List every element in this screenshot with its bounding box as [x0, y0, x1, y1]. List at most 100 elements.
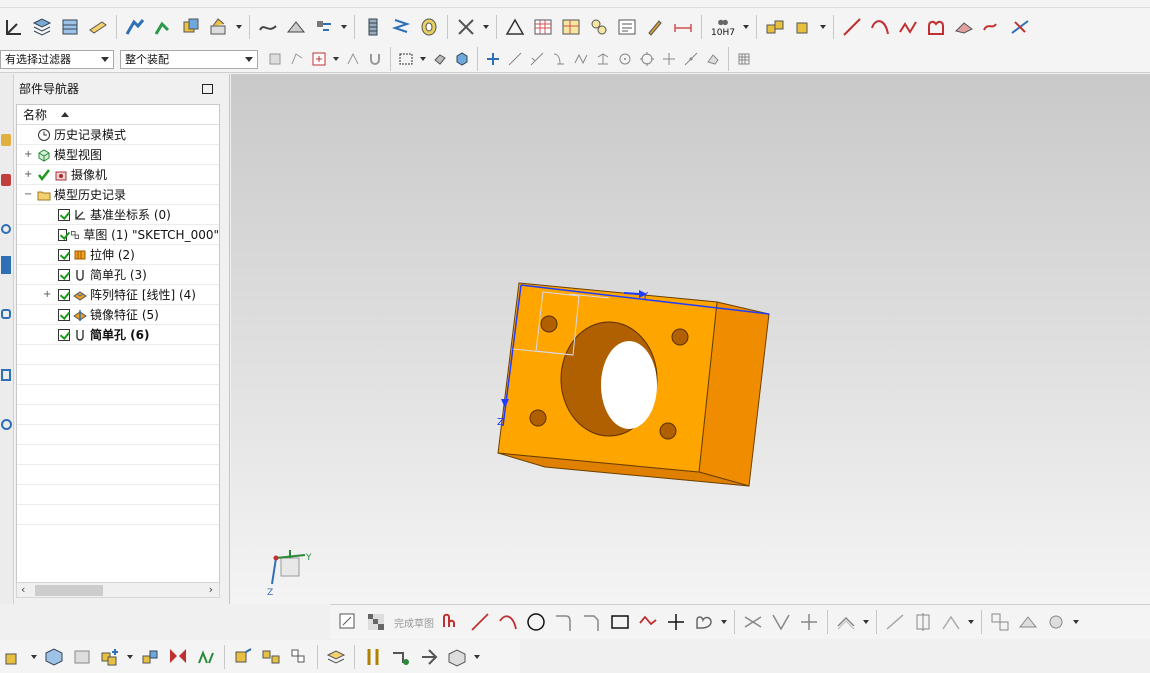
snap-center-icon[interactable]: [614, 48, 636, 70]
tree-row-simple-hole-6[interactable]: 简单孔 (6): [17, 325, 219, 345]
component-array-icon[interactable]: [257, 643, 285, 671]
sketch-relations-icon[interactable]: [986, 608, 1014, 636]
clearance-analysis-icon[interactable]: [415, 643, 443, 671]
dropdown-arrow-icon[interactable]: [968, 620, 974, 624]
rapid-dimension-icon[interactable]: [909, 608, 937, 636]
interference-check-icon[interactable]: [387, 643, 415, 671]
offset-face-icon[interactable]: [310, 13, 338, 41]
sketch-fillet-icon[interactable]: [550, 608, 578, 636]
snap-curve-icon[interactable]: [570, 48, 592, 70]
parts-list-icon[interactable]: [557, 13, 585, 41]
sweep-icon[interactable]: [282, 13, 310, 41]
constraint-icon[interactable]: [192, 643, 220, 671]
checkbox-checked[interactable]: [58, 288, 70, 301]
spline-icon[interactable]: [894, 13, 922, 41]
fillet-icon[interactable]: [922, 13, 950, 41]
expand-icon[interactable]: +: [24, 149, 32, 160]
text-feature-icon[interactable]: [205, 13, 233, 41]
exploded-view-icon[interactable]: [322, 643, 350, 671]
new-component-icon[interactable]: [68, 643, 96, 671]
expand-icon[interactable]: +: [43, 289, 51, 300]
select-box-icon[interactable]: [308, 48, 330, 70]
assembly-add-icon[interactable]: [761, 13, 789, 41]
checkbox-checked[interactable]: [58, 248, 70, 261]
bearing-icon[interactable]: [415, 13, 443, 41]
resource-bar-roles-icon[interactable]: [1, 256, 11, 274]
dropdown-arrow-icon[interactable]: [483, 25, 489, 29]
offset-curve-icon[interactable]: [832, 608, 860, 636]
mate-component-icon[interactable]: [136, 643, 164, 671]
assembly-navigator-icon[interactable]: [0, 643, 28, 671]
sketch-settings-icon[interactable]: [1042, 608, 1070, 636]
quick-trim-icon[interactable]: [739, 608, 767, 636]
tree-row-simple-hole-3[interactable]: 简单孔 (3): [17, 265, 219, 285]
unite-icon[interactable]: [121, 13, 149, 41]
dropdown-arrow-icon[interactable]: [236, 25, 242, 29]
horizontal-scrollbar[interactable]: ‹ ›: [16, 582, 220, 598]
note-icon[interactable]: [613, 13, 641, 41]
assembly-scope-select[interactable]: 整个装配: [120, 49, 258, 69]
collapse-icon[interactable]: −: [24, 189, 32, 200]
spring-icon[interactable]: [387, 13, 415, 41]
tree-row-pattern-feature[interactable]: + 阵列特征 [线性] (4): [17, 285, 219, 305]
checkbox-checked[interactable]: [58, 228, 68, 241]
grid-icon[interactable]: [733, 48, 755, 70]
checkbox-checked[interactable]: [58, 308, 70, 321]
snap-endpoint-icon[interactable]: [482, 48, 504, 70]
tree-row-sketch[interactable]: 草图 (1) "SKETCH_000": [17, 225, 219, 245]
dropdown-arrow-icon[interactable]: [743, 25, 749, 29]
snap-midpoint-icon[interactable]: [504, 48, 526, 70]
maximize-icon[interactable]: [202, 84, 213, 94]
resource-bar-web-icon[interactable]: [1, 224, 11, 234]
dropdown-arrow-icon[interactable]: [333, 57, 339, 61]
auto-constrain-icon[interactable]: [1014, 608, 1042, 636]
move-component-icon[interactable]: [164, 643, 192, 671]
dropdown-arrow-icon[interactable]: [863, 620, 869, 624]
snap-control-icon[interactable]: [342, 48, 364, 70]
dropdown-arrow-icon[interactable]: [721, 620, 727, 624]
resource-bar-history-icon[interactable]: [1, 174, 11, 186]
dropdown-arrow-icon[interactable]: [474, 654, 480, 659]
sketch-rectangle-icon[interactable]: [606, 608, 634, 636]
tree-row-mirror-feature[interactable]: 镜像特征 (5): [17, 305, 219, 325]
resource-bar-clock-icon[interactable]: [1, 419, 12, 430]
dropdown-arrow-icon[interactable]: [820, 25, 826, 29]
assembly-new-icon[interactable]: [789, 13, 817, 41]
graphics-window[interactable]: Y Z Y Z: [231, 74, 1150, 604]
resource-bar-assembly-icon[interactable]: [1, 134, 11, 146]
snap-point-icon[interactable]: [286, 48, 308, 70]
profile-icon[interactable]: [438, 608, 466, 636]
scroll-right-icon[interactable]: ›: [209, 583, 213, 596]
checkbox-checked[interactable]: [58, 268, 70, 281]
resource-bar-palette-icon[interactable]: [1, 309, 11, 319]
checkbox-checked[interactable]: [58, 328, 70, 341]
layer-visibility-icon[interactable]: [56, 13, 84, 41]
mirror-assembly-icon[interactable]: [285, 643, 313, 671]
selection-filter-select[interactable]: 有选择过滤器: [0, 49, 114, 69]
dimension-type-icon[interactable]: [937, 608, 965, 636]
dropdown-arrow-icon[interactable]: [31, 654, 37, 659]
column-header-name[interactable]: 名称: [17, 105, 219, 125]
finish-sketch-icon[interactable]: [362, 608, 390, 636]
snap-point-on-curve-icon[interactable]: [680, 48, 702, 70]
expand-icon[interactable]: +: [24, 169, 32, 180]
balloon-icon[interactable]: [585, 13, 613, 41]
tree-row-extrude[interactable]: 拉伸 (2): [17, 245, 219, 265]
sketch-line-icon[interactable]: [466, 608, 494, 636]
dropdown-arrow-icon[interactable]: [420, 57, 426, 61]
dropdown-arrow-icon[interactable]: [127, 654, 133, 659]
sketch-studio-spline-icon[interactable]: [690, 608, 718, 636]
tolerance-icon[interactable]: 10H7: [706, 13, 740, 41]
scrollbar-thumb[interactable]: [35, 585, 103, 596]
csys-icon[interactable]: [0, 13, 28, 41]
select-body-icon[interactable]: [451, 48, 473, 70]
tree-row-model-history[interactable]: − 模型历史记录: [17, 185, 219, 205]
snap-surface-icon[interactable]: [702, 48, 724, 70]
sketch-arc-icon[interactable]: [494, 608, 522, 636]
table-icon[interactable]: [529, 13, 557, 41]
intersect-icon[interactable]: [177, 13, 205, 41]
finish-sketch-label[interactable]: 完成草图: [394, 615, 434, 630]
sketch-polygon-icon[interactable]: [634, 608, 662, 636]
sketch-circle-icon[interactable]: [522, 608, 550, 636]
sketch-chamfer-icon[interactable]: [578, 608, 606, 636]
